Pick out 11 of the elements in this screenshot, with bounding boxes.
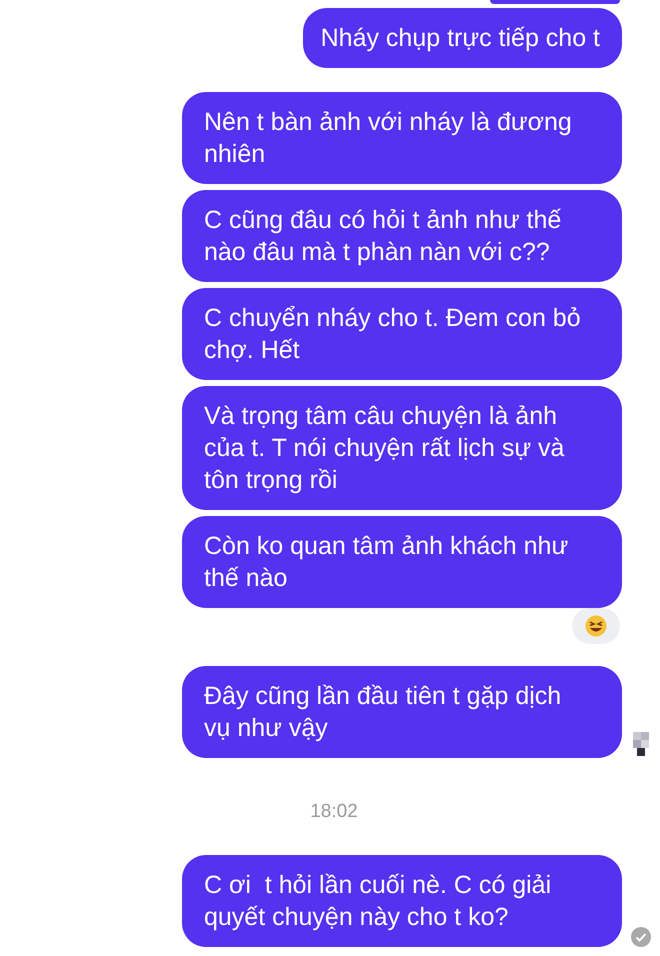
reaction-badge[interactable]: [572, 608, 620, 644]
message-bubble: C cũng đâu có hỏi t ảnh như thế nào đâu mà t phàn nàn với c??: [182, 190, 622, 282]
message-bubble: Và trọng tâm câu chuyện là ảnh của t. T nói chuyện rất lịch sự và tôn trọng rồi: [182, 386, 622, 510]
message-bubble: C chuyển nháy cho t. Đem con bỏ chợ. Hết: [182, 288, 622, 380]
message-bubble: C ơi t hỏi lần cuối nè. C có giải quyết chuyện này cho t ko?: [182, 854, 622, 946]
message-bubble: Còn ko quan tâm ảnh khách như thế nào: [182, 516, 622, 608]
message-bubble: Nên t bàn ảnh với nháy là đương nhiên: [182, 92, 622, 184]
laughing-face-icon: [585, 615, 607, 637]
message-bubble: Đây cũng lần đầu tiên t gặp dịch vụ như vậy: [182, 666, 622, 758]
message-bubble: Nháy chụp trực tiếp cho t: [302, 8, 622, 68]
timestamp: 18:02: [309, 800, 358, 824]
